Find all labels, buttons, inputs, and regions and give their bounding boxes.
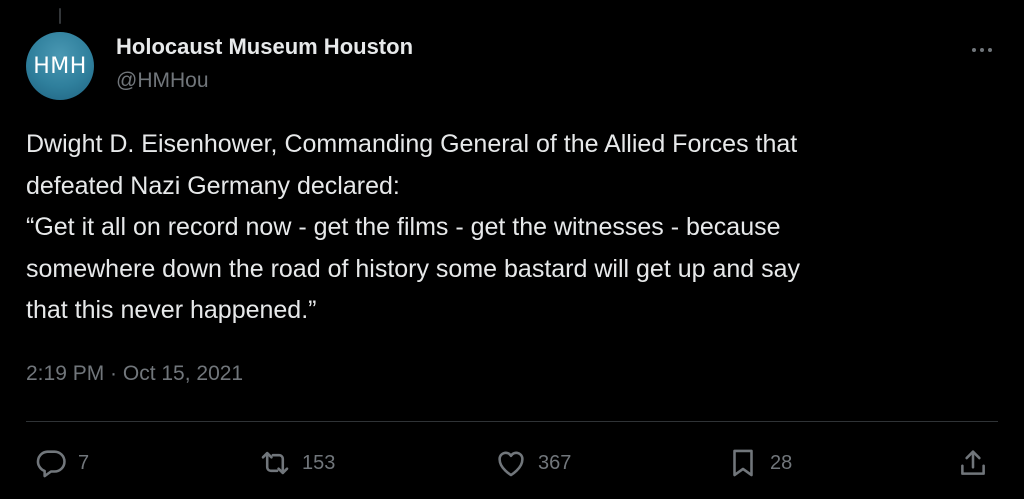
tweet-text-line: Dwight D. Eisenhower, Commanding General… <box>26 130 798 158</box>
avatar-logo-text: HMH <box>33 53 87 79</box>
bookmark-button[interactable]: 28 <box>726 446 792 480</box>
like-count: 367 <box>538 451 572 474</box>
tweet-timestamp[interactable]: 2:19 PM · Oct 15, 2021 <box>26 362 243 386</box>
tweet-text-line: defeated Nazi Germany declared: <box>26 171 400 200</box>
bookmark-count: 28 <box>770 451 793 474</box>
divider <box>26 421 998 422</box>
reply-icon <box>36 450 66 478</box>
more-options-button[interactable] <box>966 38 998 62</box>
author-handle[interactable]: @HMHou <box>116 69 209 93</box>
thread-connector-line <box>59 8 61 24</box>
like-icon <box>498 451 524 477</box>
avatar[interactable]: HMH <box>26 32 94 100</box>
retweet-count: 153 <box>302 451 336 474</box>
tweet-text-line: somewhere down the road of history some … <box>26 254 801 283</box>
more-icon <box>972 48 992 52</box>
tweet-text-line: that this never happened.” <box>26 296 317 324</box>
retweet-icon <box>261 451 289 475</box>
retweet-button[interactable]: 153 <box>258 446 335 480</box>
tweet-text-line: “Get it all on record now - get the film… <box>26 213 781 241</box>
author-display-name[interactable]: Holocaust Museum Houston <box>116 34 413 60</box>
reply-count: 7 <box>78 451 90 474</box>
share-button[interactable] <box>956 446 990 480</box>
share-icon <box>961 450 985 475</box>
tweet-text: Dwight D. Eisenhower, Commanding General… <box>26 124 1001 332</box>
bookmark-icon <box>733 449 753 477</box>
like-button[interactable]: 367 <box>494 446 571 480</box>
reply-button[interactable]: 7 <box>34 446 89 480</box>
